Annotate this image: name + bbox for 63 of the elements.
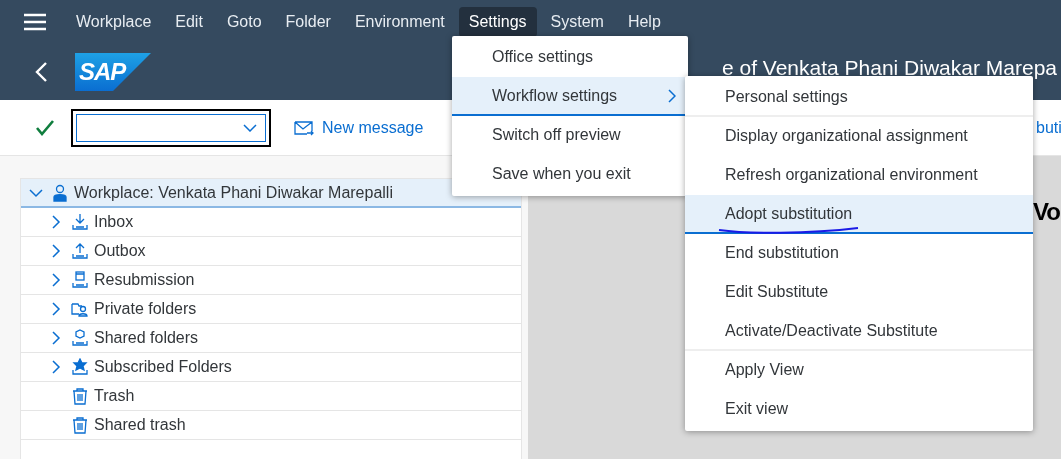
tree-item[interactable]: Shared folders bbox=[21, 324, 521, 353]
logo: SAP bbox=[75, 53, 151, 91]
menu-bar-item[interactable]: Settings bbox=[458, 7, 537, 37]
menu-item[interactable]: Edit Substitute bbox=[685, 273, 1033, 312]
tree-item-label: Workplace: Venkata Phani Diwakar Marepalli bbox=[74, 183, 393, 202]
menu-bar-item[interactable]: Help bbox=[617, 7, 671, 37]
menu-item[interactable]: Personal settings bbox=[685, 78, 1033, 117]
tray-download-icon bbox=[71, 213, 89, 231]
checkmark-icon[interactable] bbox=[36, 119, 54, 136]
chevron-right-icon[interactable] bbox=[49, 331, 63, 345]
tree-item-label: Inbox bbox=[94, 213, 134, 231]
chevron-right-icon[interactable] bbox=[49, 302, 63, 316]
window-title: e of Venkata Phani Diwakar Marepa bbox=[721, 56, 1057, 80]
trash-icon bbox=[71, 416, 89, 434]
menu-bar-item[interactable]: Environment bbox=[344, 7, 455, 37]
tree-item[interactable]: Trash bbox=[21, 382, 521, 411]
envelope-icon bbox=[294, 119, 314, 136]
tree-item[interactable]: Shared trash bbox=[21, 411, 521, 440]
menu-item[interactable]: Refresh organizational environment bbox=[685, 156, 1033, 195]
trash-icon bbox=[71, 387, 89, 405]
menu-bar-item[interactable]: Goto bbox=[216, 7, 272, 37]
menu-item[interactable]: Workflow settings bbox=[452, 77, 688, 116]
tree-item-label: Resubmission bbox=[94, 271, 195, 289]
back-icon[interactable] bbox=[34, 61, 50, 83]
tree-item[interactable]: Inbox bbox=[21, 208, 521, 237]
menu-bar-item[interactable]: Folder bbox=[275, 7, 341, 37]
menu-item[interactable]: End substitution bbox=[685, 234, 1033, 273]
menu-item[interactable]: Exit view bbox=[685, 390, 1033, 429]
tree-item-label: Trash bbox=[94, 387, 135, 405]
menu-bar-item[interactable]: Edit bbox=[165, 7, 213, 37]
caret-icon[interactable] bbox=[243, 123, 257, 132]
chevron-right-icon[interactable] bbox=[49, 215, 63, 229]
menu-item[interactable]: Apply View bbox=[685, 351, 1033, 390]
menu-bar-item[interactable]: System bbox=[540, 7, 614, 37]
menu-item[interactable]: Activate/Deactivate Substitute bbox=[685, 312, 1033, 351]
menu-item[interactable]: Office settings bbox=[452, 38, 688, 77]
star-tray-icon bbox=[71, 358, 89, 376]
menu-icon[interactable] bbox=[24, 13, 46, 31]
menu-item[interactable]: Switch off preview bbox=[452, 116, 688, 155]
menu-item[interactable]: Adopt substitution bbox=[685, 195, 1033, 234]
tree-item-label: Subscribed Folders bbox=[94, 358, 232, 376]
tree-root-item[interactable]: Workplace: Venkata Phani Diwakar Marepalli bbox=[21, 179, 521, 208]
cube-tray-icon bbox=[71, 329, 89, 347]
calendar-tray-icon bbox=[71, 271, 89, 289]
tree-item[interactable]: Subscribed Folders bbox=[21, 353, 521, 382]
tree-item[interactable]: Outbox bbox=[21, 237, 521, 266]
person-icon bbox=[51, 183, 69, 202]
menu-bar-item[interactable]: Workplace bbox=[66, 7, 162, 37]
tree-item-label: Shared folders bbox=[94, 329, 199, 347]
tree-item[interactable]: Private folders bbox=[21, 295, 521, 324]
tree-item-label: Shared trash bbox=[94, 416, 186, 434]
chevron-right-icon[interactable] bbox=[49, 244, 63, 258]
tree-item-label: Outbox bbox=[94, 242, 146, 260]
tree-item-label: Private folders bbox=[94, 300, 197, 318]
chevron-right-icon[interactable] bbox=[49, 360, 63, 374]
tray-upload-icon bbox=[71, 242, 89, 260]
menu-item[interactable]: Display organizational assignment bbox=[685, 117, 1033, 156]
new-message-button[interactable]: New message bbox=[288, 117, 430, 138]
tree-item[interactable]: Resubmission bbox=[21, 266, 521, 295]
heading-text: Vo bbox=[1033, 198, 1060, 226]
toolbar-link[interactable]: buti bbox=[1036, 118, 1061, 137]
folder-person-icon bbox=[71, 300, 89, 318]
chevron-right-icon[interactable] bbox=[49, 273, 63, 287]
